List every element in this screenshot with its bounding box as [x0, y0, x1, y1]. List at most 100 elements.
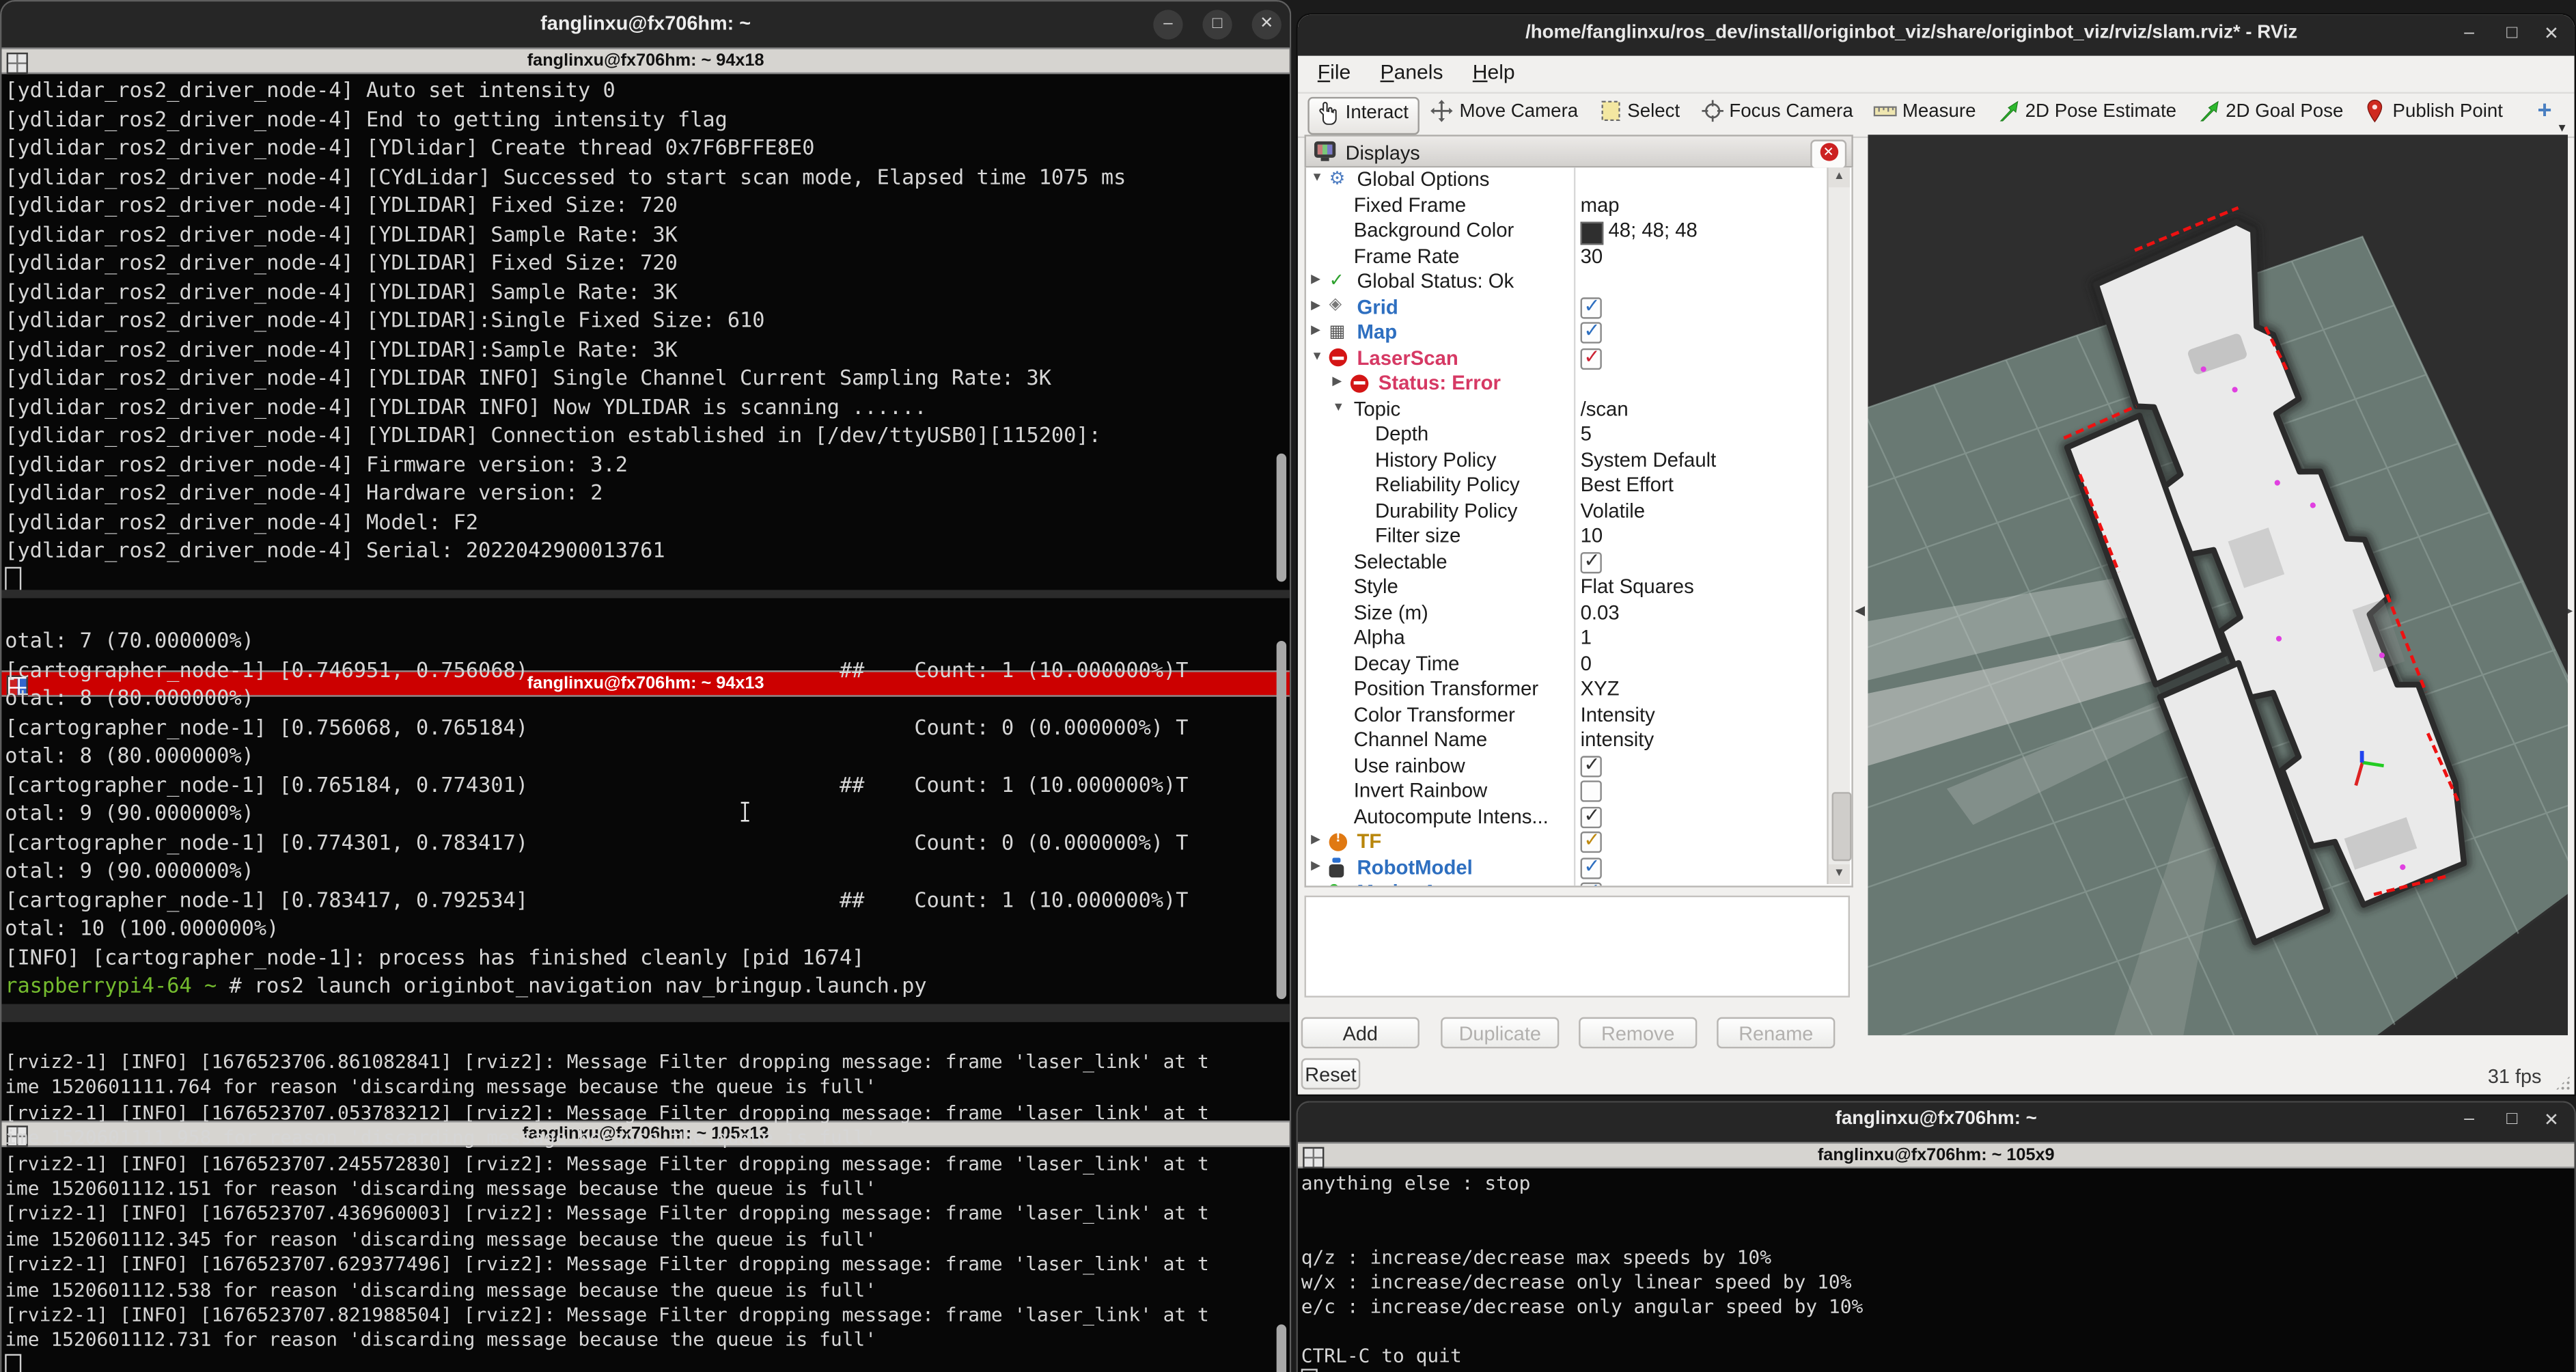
display-row-channel-name[interactable]: Channel Nameintensity	[1306, 728, 1851, 753]
display-row-filter-size[interactable]: Filter size10	[1306, 524, 1851, 549]
pane-divider[interactable]	[1, 1004, 1289, 1021]
chevron-right-icon[interactable]: ▶	[1311, 832, 1320, 847]
displays-panel-header[interactable]: Displays	[1305, 135, 1853, 167]
add-button[interactable]: Add	[1301, 1017, 1419, 1049]
toolbar-overflow-icon[interactable]: ▼	[2556, 123, 2568, 135]
display-row-depth[interactable]: Depth5	[1306, 422, 1851, 448]
maximize-icon[interactable]: □	[2499, 1109, 2525, 1129]
checkbox[interactable]	[1581, 882, 1602, 887]
scrollbar-thumb[interactable]	[1831, 792, 1851, 861]
2d-goal-pose-tool[interactable]: 2D Goal Pose	[2189, 97, 2353, 132]
menu-file[interactable]: File	[1311, 56, 1357, 89]
terminal2-content[interactable]: otal: 7 (70.000000%) [cartographer_node-…	[1, 625, 1289, 1004]
display-row-reliability-policy[interactable]: Reliability PolicyBest Effort	[1306, 474, 1851, 499]
display-row-history-policy[interactable]: History PolicySystem Default	[1306, 448, 1851, 473]
reset-button[interactable]: Reset	[1301, 1058, 1361, 1090]
chevron-down-icon[interactable]: ▼	[1311, 169, 1323, 184]
rename-button[interactable]: Rename	[1717, 1017, 1835, 1049]
minimize-icon[interactable]: –	[2456, 1109, 2482, 1129]
display-row-status-error[interactable]: ▶Status: Error	[1306, 372, 1851, 397]
display-row-tf[interactable]: ▶TF	[1306, 830, 1851, 855]
row-value[interactable]: Flat Squares	[1581, 575, 1694, 599]
display-row-frame-rate[interactable]: Frame Rate30	[1306, 244, 1851, 269]
display-row-grid[interactable]: ▶◈Grid	[1306, 295, 1851, 320]
row-value[interactable]: Best Effort	[1581, 474, 1674, 497]
checkbox[interactable]	[1581, 780, 1602, 801]
display-row-fixed-frame[interactable]: Fixed Framemap	[1306, 193, 1851, 219]
checkbox[interactable]	[1581, 297, 1602, 318]
display-row-position-transformer[interactable]: Position TransformerXYZ	[1306, 677, 1851, 702]
checkbox[interactable]	[1581, 857, 1602, 878]
resize-grip[interactable]	[2555, 1075, 2571, 1091]
display-row-durability-policy[interactable]: Durability PolicyVolatile	[1306, 499, 1851, 524]
display-row-global-status-ok[interactable]: ▶✓Global Status: Ok	[1306, 269, 1851, 294]
display-row-invert-rainbow[interactable]: Invert Rainbow	[1306, 779, 1851, 804]
publish-point-tool[interactable]: Publish Point	[2357, 97, 2513, 132]
focus-camera-tool[interactable]: Focus Camera	[1693, 97, 1863, 132]
display-row-selectable[interactable]: Selectable	[1306, 549, 1851, 575]
terminal1-pane-titlebar[interactable]: fanglinxu@fx706hm: ~ 94x18	[1, 48, 1289, 74]
close-icon[interactable]: ✕	[1252, 10, 1282, 39]
interact-tool[interactable]: Interact	[1307, 97, 1419, 135]
collapse-left-icon[interactable]: ◀	[1855, 603, 1865, 618]
minimize-icon[interactable]: –	[1153, 10, 1182, 39]
checkbox[interactable]	[1581, 806, 1602, 827]
terminal4-content[interactable]: anything else : stop q/z : increase/decr…	[1298, 1170, 2575, 1372]
checkbox[interactable]	[1581, 322, 1602, 343]
row-value[interactable]: Intensity	[1581, 702, 1655, 726]
maximize-icon[interactable]: □	[2499, 23, 2525, 43]
display-row-robotmodel[interactable]: ▶RobotModel	[1306, 855, 1851, 881]
checkbox[interactable]	[1581, 755, 1602, 776]
duplicate-button[interactable]: Duplicate	[1441, 1017, 1559, 1049]
chevron-right-icon[interactable]: ▶	[1311, 297, 1320, 312]
menu-help[interactable]: Help	[1466, 56, 1521, 89]
display-row-use-rainbow[interactable]: Use rainbow	[1306, 754, 1851, 779]
rviz-titlebar[interactable]: /home/fanglinxu/ros_dev/install/originbo…	[1298, 15, 2575, 56]
display-row-background-color[interactable]: Background Color48; 48; 48	[1306, 219, 1851, 244]
pane-divider[interactable]	[1, 590, 1289, 598]
row-value[interactable]: /scan	[1581, 397, 1629, 420]
display-row-map[interactable]: ▶▦Map	[1306, 320, 1851, 346]
displays-tree[interactable]: ▼⚙Global OptionsFixed FramemapBackground…	[1305, 167, 1853, 887]
terminal4-titlebar[interactable]: fanglinxu@fx706hm: ~ – □ ✕	[1298, 1103, 2575, 1142]
chevron-right-icon[interactable]: ▶	[1311, 857, 1320, 872]
display-row-style[interactable]: StyleFlat Squares	[1306, 575, 1851, 601]
minimize-icon[interactable]: –	[2456, 23, 2482, 43]
terminal1-scrollbar[interactable]	[1277, 454, 1286, 582]
remove-button[interactable]: Remove	[1579, 1017, 1697, 1049]
display-row-global-options[interactable]: ▼⚙Global Options	[1306, 167, 1851, 193]
row-value[interactable]: 0	[1581, 652, 1592, 675]
terminal1-titlebar[interactable]: fanglinxu@fx706hm: ~ – □ ✕	[1, 1, 1289, 47]
display-row-laserscan[interactable]: ▼LaserScan	[1306, 346, 1851, 371]
checkbox[interactable]	[1581, 551, 1602, 573]
close-icon[interactable]: ✕	[2538, 23, 2564, 44]
display-row-size-m-[interactable]: Size (m)0.03	[1306, 601, 1851, 626]
move-camera-tool[interactable]: Move Camera	[1424, 97, 1588, 132]
row-value[interactable]: XYZ	[1581, 677, 1620, 700]
row-value[interactable]: 0.03	[1581, 601, 1620, 624]
display-row-alpha[interactable]: Alpha1	[1306, 626, 1851, 651]
chevron-right-icon[interactable]: ▶	[1311, 271, 1320, 286]
close-icon[interactable]: ✕	[2538, 1109, 2564, 1130]
menu-panels[interactable]: Panels	[1374, 56, 1450, 89]
3d-view[interactable]	[1868, 135, 2568, 1035]
row-value[interactable]: Volatile	[1581, 499, 1646, 522]
row-value[interactable]: 48; 48; 48	[1608, 219, 1697, 242]
chevron-right-icon[interactable]: ▶	[1332, 373, 1342, 388]
panel-close-icon[interactable]	[1810, 139, 1846, 169]
row-value[interactable]: System Default	[1581, 448, 1717, 471]
scroll-down-icon[interactable]: ▼	[1829, 864, 1850, 884]
display-row-topic[interactable]: ▼Topic/scan	[1306, 397, 1851, 422]
row-value[interactable]: 30	[1581, 244, 1603, 267]
terminal3-scrollbar[interactable]	[1277, 1324, 1286, 1372]
terminal1-content[interactable]: [ydlidar_ros2_driver_node-4] Auto set in…	[1, 74, 1289, 590]
terminal2-scrollbar[interactable]	[1277, 641, 1286, 999]
checkbox[interactable]	[1581, 348, 1602, 369]
select-tool[interactable]: Select	[1591, 97, 1689, 132]
row-value[interactable]: 1	[1581, 626, 1592, 649]
row-value[interactable]: 10	[1581, 524, 1603, 547]
color-swatch[interactable]	[1581, 221, 1604, 244]
terminal3-content[interactable]: [rviz2-1] [INFO] [1676523706.861082841] …	[1, 1048, 1289, 1372]
display-row-color-transformer[interactable]: Color TransformerIntensity	[1306, 702, 1851, 728]
measure-tool[interactable]: Measure	[1866, 97, 1986, 132]
